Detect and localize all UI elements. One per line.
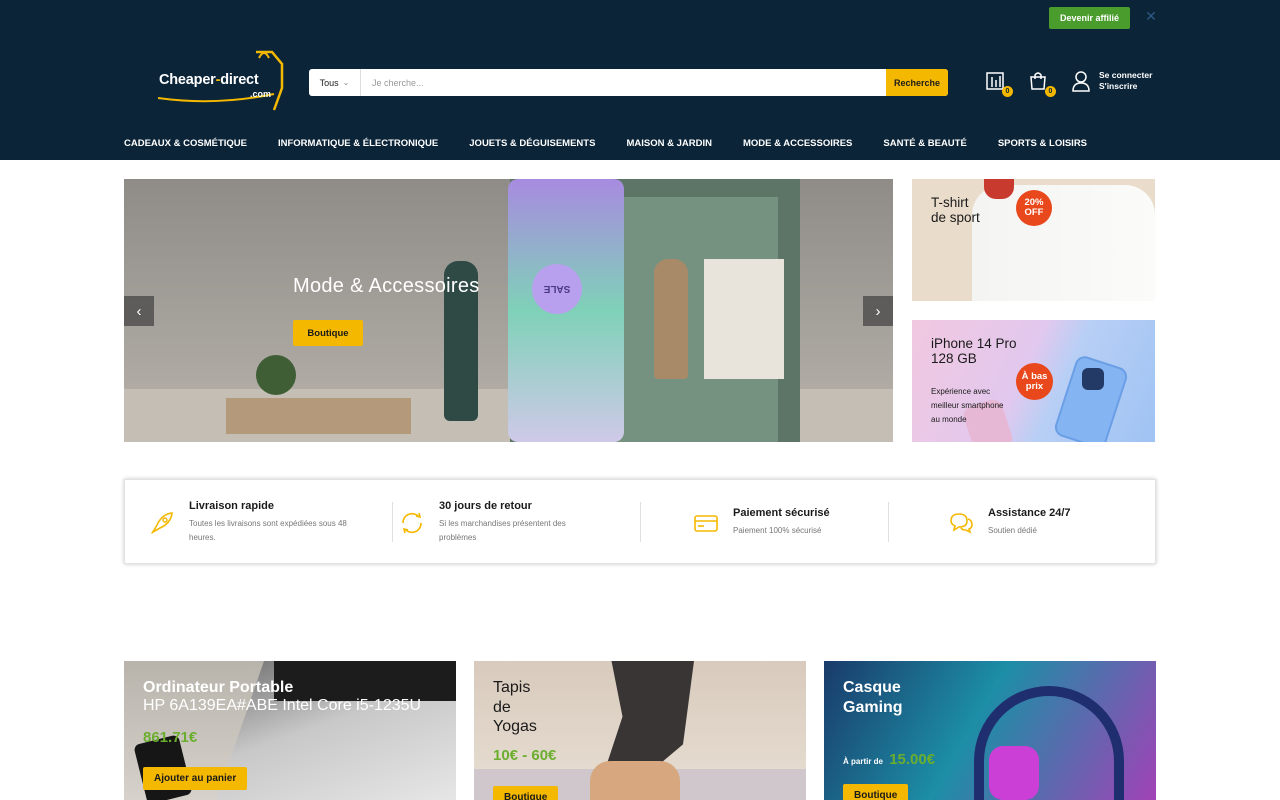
- card-subtitle: HP 6A139EA#ABE Intel Core i5-1235U: [143, 697, 422, 714]
- phone-camera: [1082, 368, 1104, 390]
- card-title: Ordinateur Portable: [143, 679, 294, 696]
- gaming-headset-promo-card[interactable]: Casque Gaming À partir de 15.00€ Boutiqu…: [824, 661, 1156, 800]
- chat-bubbles-icon: [950, 512, 973, 534]
- feature-title: Livraison rapide: [189, 500, 274, 512]
- compare-count-badge: 0: [1002, 86, 1013, 97]
- category-nav: CADEAUX & COSMÉTIQUE INFORMATIQUE & ÉLEC…: [124, 138, 1087, 149]
- chevron-left-icon: ‹: [136, 302, 142, 320]
- feature-title: 30 jours de retour: [439, 500, 532, 512]
- card-title: Casque Gaming: [843, 679, 903, 716]
- feature-title: Paiement sécurisé: [733, 507, 830, 519]
- logo-domain: .com: [250, 89, 272, 99]
- search-input[interactable]: [361, 69, 886, 96]
- yoga-foot-image: [590, 761, 680, 800]
- site-logo[interactable]: Cheaper-direct .com: [156, 48, 288, 112]
- features-strip: Livraison rapide Toutes les livraisons s…: [124, 479, 1156, 564]
- nav-item-maison[interactable]: MAISON & JARDIN: [626, 138, 712, 149]
- user-icon: [1072, 71, 1090, 92]
- search-button[interactable]: Recherche: [886, 69, 948, 96]
- nav-item-mode[interactable]: MODE & ACCESSOIRES: [743, 138, 852, 149]
- logo-wordmark: Cheaper-direct: [159, 72, 259, 88]
- tshirt-banner[interactable]: T-shirt de sport 20% OFF: [912, 179, 1155, 301]
- login-label[interactable]: Se connecter: [1099, 70, 1152, 81]
- logo-name-part2: direct: [220, 72, 259, 88]
- nav-item-cadeaux[interactable]: CADEAUX & COSMÉTIQUE: [124, 138, 247, 149]
- feature-fast-delivery: Livraison rapide Toutes les livraisons s…: [148, 480, 347, 565]
- feature-support: Assistance 24/7 Soutien dédié: [947, 480, 1071, 565]
- tshirt-banner-title: T-shirt de sport: [931, 195, 980, 225]
- nav-item-sante[interactable]: SANTÉ & BEAUTÉ: [883, 138, 966, 149]
- compare-button[interactable]: 0: [985, 71, 1013, 97]
- register-label[interactable]: S'inscrire: [1099, 81, 1152, 92]
- account-text: Se connecter S'inscrire: [1099, 70, 1152, 92]
- credit-card-icon: [694, 514, 718, 532]
- feature-title: Assistance 24/7: [988, 507, 1071, 519]
- cart-button[interactable]: 0: [1028, 71, 1056, 97]
- tshirt-image: [972, 185, 1155, 301]
- hero-title: Mode & Accessoires: [293, 275, 480, 297]
- model-hair: [984, 179, 1014, 199]
- yoga-mat-promo-card[interactable]: Tapis de Yogas 10€ - 60€ Boutique: [474, 661, 806, 800]
- phone-image-blue: [1052, 353, 1130, 442]
- card-price-row: À partir de 15.00€: [843, 751, 935, 768]
- cart-count-badge: 0: [1045, 86, 1056, 97]
- feature-divider: [888, 502, 889, 542]
- search-category-label: Tous: [319, 77, 339, 88]
- site-header: Devenir affilié ✕ Cheaper-direct .com To…: [0, 0, 1280, 160]
- laptop-screen: [274, 661, 456, 701]
- feature-description: Soutien dédié: [988, 526, 1037, 535]
- hero-slider: SALE Mode & Accessoires Boutique ‹ ›: [124, 179, 893, 442]
- feature-divider: [392, 502, 393, 542]
- search-category-select[interactable]: Tous ⌄: [309, 69, 361, 96]
- hero-shop-button[interactable]: Boutique: [293, 320, 363, 346]
- card-price: 15.00€: [889, 751, 936, 768]
- shop-button[interactable]: Boutique: [493, 786, 559, 800]
- hero-cabinet: [226, 398, 411, 434]
- slider-next-button[interactable]: ›: [863, 296, 893, 326]
- hero-clothing-rack: [704, 259, 784, 379]
- sale-sign: SALE: [532, 264, 582, 314]
- iphone-banner-description: Expérience avec meilleur smartphone au m…: [931, 387, 1004, 424]
- search-bar: Tous ⌄ Recherche: [309, 69, 948, 96]
- feature-divider: [640, 502, 641, 542]
- price-prefix: À partir de: [843, 757, 884, 766]
- iphone-banner-title: iPhone 14 Pro 128 GB: [931, 336, 1017, 366]
- card-price: 10€ - 60€: [493, 747, 557, 764]
- feature-returns: 30 jours de retour Si les marchandises p…: [398, 480, 566, 565]
- nav-item-jouets[interactable]: JOUETS & DÉGUISEMENTS: [469, 138, 595, 149]
- add-to-cart-button[interactable]: Ajouter au panier: [143, 767, 248, 790]
- slider-prev-button[interactable]: ‹: [124, 296, 154, 326]
- become-affiliate-button[interactable]: Devenir affilié: [1049, 7, 1130, 29]
- feature-description: Toutes les livraisons sont expédiées sou…: [189, 519, 347, 542]
- feature-description: Si les marchandises présentent des probl…: [439, 519, 566, 542]
- nav-item-informatique[interactable]: INFORMATIQUE & ÉLECTRONIQUE: [278, 138, 438, 149]
- rocket-icon: [150, 511, 173, 534]
- iphone-banner[interactable]: iPhone 14 Pro 128 GB À bas prix Expérien…: [912, 320, 1155, 442]
- feature-description: Paiement 100% sécurisé: [733, 526, 822, 535]
- shop-button[interactable]: Boutique: [843, 784, 909, 800]
- account-link[interactable]: Se connecter S'inscrire: [1071, 70, 1152, 92]
- headset-earcup: [989, 746, 1039, 800]
- card-title: Tapis de Yogas: [493, 679, 537, 735]
- discount-badge: 20% OFF: [1016, 190, 1052, 226]
- nav-item-sports[interactable]: SPORTS & LOISIRS: [998, 138, 1087, 149]
- card-price: 861.71€: [143, 729, 198, 746]
- hero-mannequin: [654, 259, 688, 379]
- close-icon[interactable]: ✕: [1144, 9, 1158, 23]
- logo-name-part1: Cheaper: [159, 72, 216, 88]
- price-badge: À bas prix: [1016, 363, 1053, 400]
- chevron-down-icon: ⌄: [342, 78, 350, 87]
- hero-plant: [256, 355, 296, 395]
- feature-secure-payment: Paiement sécurisé Paiement 100% sécurisé: [692, 480, 830, 565]
- laptop-promo-card[interactable]: Ordinateur Portable HP 6A139EA#ABE Intel…: [124, 661, 456, 800]
- chevron-right-icon: ›: [875, 302, 881, 320]
- refresh-icon: [402, 512, 422, 533]
